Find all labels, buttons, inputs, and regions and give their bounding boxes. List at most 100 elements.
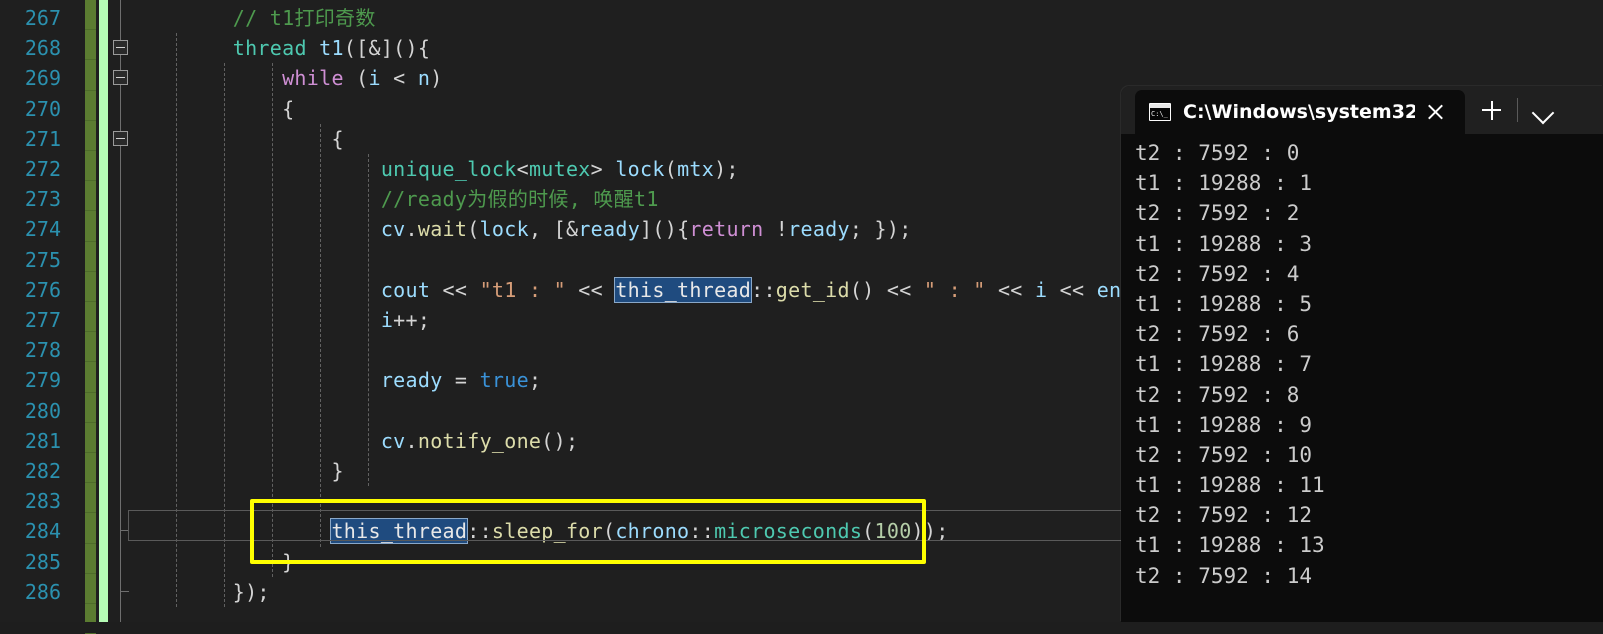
code-line[interactable]: cv.wait(lock, [&ready](){return !ready; … <box>134 214 912 244</box>
code-token: } <box>134 549 295 574</box>
code-token: get_id <box>775 277 850 302</box>
code-token: , [& <box>528 217 579 242</box>
code-token: :: <box>467 519 492 544</box>
new-tab-plus-icon[interactable] <box>1465 86 1517 134</box>
code-token: lock <box>615 157 665 181</box>
code-token: ready <box>788 217 850 242</box>
code-token: i <box>380 308 394 332</box>
code-token: () << <box>849 277 924 302</box>
terminal-output-line: t2 : 7592 : 14 <box>1135 563 1313 588</box>
code-token: ! <box>763 217 789 242</box>
cmd-icon-text: C:\_ <box>1150 108 1170 120</box>
code-line[interactable]: cv.notify_one(); <box>134 426 578 456</box>
terminal-output-line: t1 : 19288 : 13 <box>1135 533 1325 558</box>
code-line[interactable]: thread t1([&](){ <box>134 33 430 63</box>
code-token: )); <box>911 519 949 544</box>
code-token: cout <box>380 277 431 302</box>
code-token: cv <box>380 428 406 453</box>
terminal-output-line: t2 : 7592 : 0 <box>1135 141 1300 165</box>
code-token: :: <box>751 277 776 302</box>
code-line[interactable]: } <box>134 547 294 577</box>
selected-token: this_thread <box>330 518 469 545</box>
code-token: "t1 : " <box>479 277 566 302</box>
selected-token: this_thread <box>614 276 753 303</box>
code-token: = <box>442 368 480 393</box>
code-token: sleep_for <box>491 519 603 544</box>
code-token: ; }); <box>849 217 912 242</box>
code-token: ( <box>603 519 616 544</box>
terminal-output-line: t1 : 19288 : 5 <box>1135 291 1313 316</box>
code-token: ( <box>343 66 369 91</box>
code-token: notify_one <box>417 428 542 453</box>
code-token: ( <box>862 519 875 544</box>
code-token: } <box>134 459 344 483</box>
code-line[interactable]: ready = true; <box>134 365 541 395</box>
terminal-output-line: t2 : 7592 : 8 <box>1135 382 1300 407</box>
code-token: i <box>1034 277 1048 302</box>
terminal-tab-title: C:\Windows\system32\cmd.e <box>1183 101 1415 123</box>
code-token: > <box>590 157 616 181</box>
terminal-output-line: t1 : 19288 : 9 <box>1135 412 1313 437</box>
code-token: << <box>1047 277 1097 302</box>
code-token: . <box>405 217 418 242</box>
terminal-output[interactable]: t2 : 7592 : 0 t1 : 19288 : 1 t2 : 7592 : 2… <box>1121 134 1603 622</box>
code-token: { <box>134 126 344 151</box>
terminal-window[interactable]: C:\_ C:\Windows\system32\cmd.e t2 : 7592… <box>1121 86 1603 622</box>
terminal-tab[interactable]: C:\_ C:\Windows\system32\cmd.e <box>1135 90 1465 134</box>
code-line[interactable]: { <box>134 94 294 124</box>
terminal-output-line: t1 : 19288 : 1 <box>1135 171 1313 196</box>
cmd-prompt-icon: C:\_ <box>1149 103 1171 121</box>
code-token: << <box>985 277 1035 302</box>
terminal-output-line: t2 : 7592 : 6 <box>1135 322 1300 347</box>
code-line[interactable]: while (i < n) <box>134 63 443 93</box>
code-token: " : " <box>923 277 986 302</box>
terminal-titlebar[interactable]: C:\_ C:\Windows\system32\cmd.e <box>1121 86 1603 134</box>
code-line[interactable]: this_thread::sleep_for(chrono::microseco… <box>134 516 949 546</box>
terminal-output-line: t1 : 19288 : 11 <box>1135 473 1325 498</box>
code-token: microseconds <box>714 519 863 544</box>
close-icon[interactable] <box>1415 90 1455 134</box>
code-token: n <box>417 66 431 91</box>
code-token: 100 <box>874 519 912 544</box>
code-token: ( <box>664 157 678 181</box>
terminal-output-line: t1 : 19288 : 3 <box>1135 231 1313 256</box>
code-line[interactable]: cout << "t1 : " << this_thread::get_id()… <box>134 275 1158 305</box>
code-token: cv <box>380 217 406 242</box>
code-token: ready <box>578 217 641 242</box>
code-line[interactable]: { <box>134 124 344 154</box>
code-token: thread <box>232 36 307 61</box>
code-token: . <box>405 428 418 453</box>
code-line[interactable]: //ready为假的时候, 唤醒t1 <box>134 184 659 214</box>
code-line[interactable]: i++; <box>134 305 430 335</box>
code-token: ) <box>430 66 443 91</box>
code-token: ; <box>528 368 542 393</box>
chevron-down-icon[interactable] <box>1518 86 1568 134</box>
code-token: wait <box>417 217 468 242</box>
code-line[interactable]: // t1打印奇数 <box>134 3 376 33</box>
code-line[interactable]: } <box>134 456 344 486</box>
terminal-output-line: t2 : 7592 : 12 <box>1135 503 1313 528</box>
code-token: unique_lock <box>380 157 517 181</box>
code-token: true <box>479 368 529 393</box>
code-token: ready <box>380 368 443 393</box>
code-line[interactable]: }); <box>134 577 270 607</box>
code-token: ](){ <box>640 217 690 242</box>
terminal-output-line: t2 : 7592 : 4 <box>1135 261 1300 286</box>
code-token: return <box>689 217 764 242</box>
terminal-output-line: t2 : 7592 : 2 <box>1135 201 1300 226</box>
code-token: chrono <box>615 519 690 544</box>
code-token: { <box>134 96 295 121</box>
code-token: ); <box>714 157 739 181</box>
code-token: << <box>565 277 616 302</box>
code-line[interactable]: unique_lock<mutex> lock(mtx); <box>134 154 739 184</box>
code-token: while <box>282 66 344 91</box>
